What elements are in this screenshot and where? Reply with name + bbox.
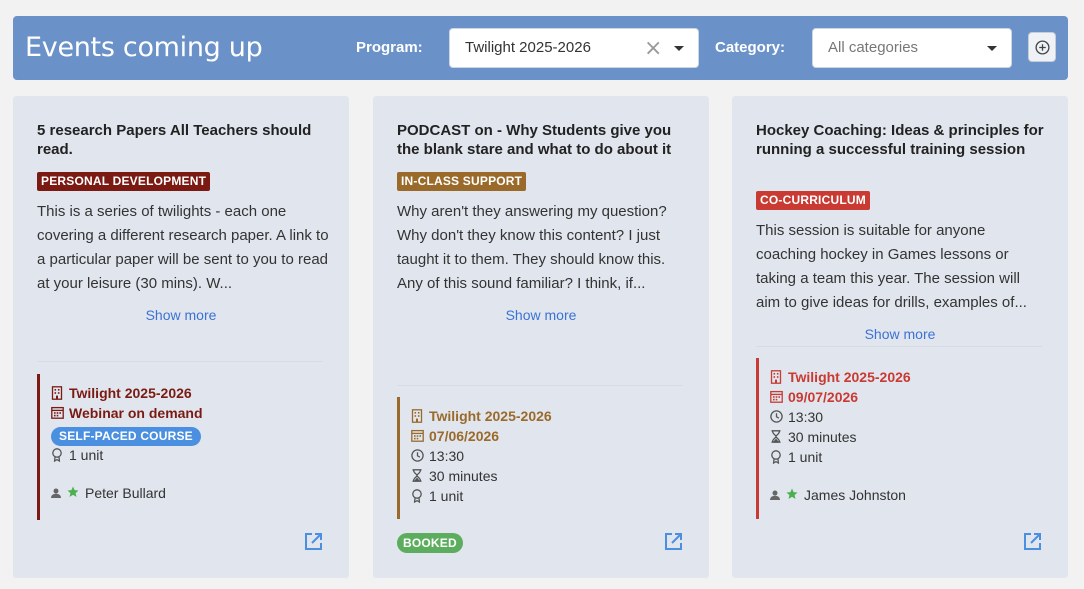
category-tag: PERSONAL DEVELOPMENT	[37, 172, 211, 191]
chevron-down-icon[interactable]	[987, 46, 997, 51]
event-date: 07/06/2026	[429, 428, 500, 444]
time-row: 13:30	[400, 446, 552, 466]
event-card[interactable]: PODCAST on - Why Students give you the b…	[373, 96, 709, 578]
event-card[interactable]: Hockey Coaching: Ideas & principles for …	[732, 96, 1068, 578]
award-icon	[52, 448, 62, 462]
building-icon	[411, 409, 423, 423]
star-icon	[786, 488, 798, 499]
program-name: Twilight 2025-2026	[69, 385, 192, 401]
date-row: 09/07/2026	[759, 387, 911, 407]
units-row: 1 unit	[400, 486, 552, 506]
clock-icon	[411, 449, 424, 462]
program-row: Twilight 2025-2026	[759, 367, 911, 387]
program-select-value: Twilight 2025-2026	[465, 39, 591, 56]
hourglass-icon	[771, 430, 781, 443]
duration-row: 30 minutes	[400, 466, 552, 486]
event-time: 13:30	[788, 409, 824, 425]
event-description: This is a series of twilights - each one…	[37, 203, 329, 292]
building-icon	[51, 386, 63, 400]
event-units: 1 unit	[69, 447, 104, 463]
program-row: Twilight 2025-2026	[400, 406, 552, 426]
organiser-row: James Johnston	[759, 485, 911, 505]
open-external-icon[interactable]	[663, 532, 683, 552]
units-row: 1 unit	[40, 445, 203, 465]
divider	[756, 346, 1042, 347]
show-more-link[interactable]: Show more	[13, 307, 349, 323]
event-title[interactable]: 5 research Papers All Teachers should re…	[37, 121, 332, 159]
events-header: Events coming up Program: Twilight 2025-…	[13, 16, 1068, 80]
clear-icon[interactable]: ×	[644, 36, 662, 61]
open-external-icon[interactable]	[1022, 532, 1042, 552]
event-title[interactable]: Hockey Coaching: Ideas & principles for …	[756, 121, 1051, 159]
show-more-link[interactable]: Show more	[732, 326, 1068, 342]
date-row: Webinar on demand	[40, 403, 203, 423]
event-description: This session is suitable for anyone coac…	[756, 222, 1027, 311]
program-name: Twilight 2025-2026	[429, 408, 552, 424]
calendar-icon	[411, 429, 424, 442]
units-row: 1 unit	[759, 447, 911, 467]
event-description: Why aren't they answering my question? W…	[397, 203, 667, 292]
add-event-button[interactable]	[1028, 32, 1056, 62]
badge-row: SELF-PACED COURSE	[40, 423, 203, 446]
divider	[397, 385, 683, 386]
clock-icon	[770, 410, 783, 423]
plus-circle-icon	[1035, 40, 1050, 55]
booked-badge: BOOKED	[397, 533, 463, 553]
person-icon	[770, 490, 780, 500]
program-select[interactable]: Twilight 2025-2026 ×	[449, 28, 699, 68]
award-icon	[771, 450, 781, 464]
date-row: 07/06/2026	[400, 426, 552, 446]
event-card[interactable]: 5 research Papers All Teachers should re…	[13, 96, 349, 578]
event-time: 13:30	[429, 448, 465, 464]
building-icon	[770, 370, 782, 384]
calendar-icon	[770, 390, 783, 403]
organiser-name: Peter Bullard	[85, 485, 166, 501]
program-label: Program:	[356, 39, 423, 56]
chevron-down-icon[interactable]	[674, 46, 684, 51]
event-meta: Twilight 2025-2026 09/07/2026 13:30 30 m…	[756, 358, 911, 519]
event-title[interactable]: PODCAST on - Why Students give you the b…	[397, 121, 692, 159]
category-select[interactable]: All categories	[812, 28, 1012, 68]
self-paced-badge: SELF-PACED COURSE	[51, 427, 201, 446]
category-tag: CO-CURRICULUM	[756, 191, 870, 210]
event-units: 1 unit	[429, 488, 464, 504]
star-icon	[67, 486, 79, 497]
show-more-link[interactable]: Show more	[373, 307, 709, 323]
event-date: 09/07/2026	[788, 389, 859, 405]
hourglass-icon	[412, 469, 422, 482]
program-row: Twilight 2025-2026	[40, 383, 203, 403]
award-icon	[412, 489, 422, 503]
duration-row: 30 minutes	[759, 427, 911, 447]
calendar-icon	[51, 406, 64, 419]
divider	[37, 361, 323, 362]
category-select-placeholder: All categories	[828, 39, 919, 56]
category-label: Category:	[715, 39, 786, 56]
event-meta: Twilight 2025-2026 Webinar on demand SEL…	[37, 374, 203, 520]
open-external-icon[interactable]	[303, 532, 323, 552]
program-name: Twilight 2025-2026	[788, 369, 911, 385]
organiser-name: James Johnston	[804, 487, 906, 503]
time-row: 13:30	[759, 407, 911, 427]
event-meta: Twilight 2025-2026 07/06/2026 13:30 30 m…	[397, 397, 552, 519]
event-date: Webinar on demand	[69, 405, 203, 421]
organiser-row: Peter Bullard	[40, 483, 203, 503]
event-duration: 30 minutes	[429, 468, 498, 484]
page-title: Events coming up	[25, 32, 263, 63]
event-duration: 30 minutes	[788, 429, 857, 445]
event-units: 1 unit	[788, 449, 823, 465]
category-tag: IN-CLASS SUPPORT	[397, 172, 527, 191]
person-icon	[51, 488, 61, 498]
